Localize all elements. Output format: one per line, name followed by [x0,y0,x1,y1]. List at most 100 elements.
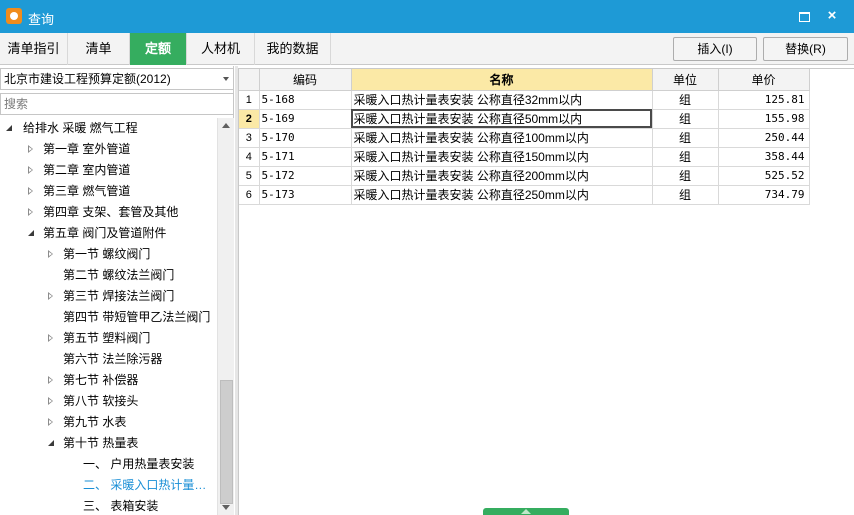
tree-node-label: 第七节 补偿器 [63,373,139,387]
expand-panel-handle[interactable] [483,508,569,515]
tree-node-label: 第四章 支架、套管及其他 [43,205,179,219]
cell-code[interactable]: 5-171 [259,147,352,167]
cell-code[interactable]: 5-172 [259,166,352,186]
cell-unit[interactable]: 组 [652,147,719,167]
collapsed-triangle-icon[interactable] [28,187,33,195]
cell-price[interactable]: 734.79 [718,185,810,205]
table-row[interactable]: 2 5-169 采暖入口热计量表安装 公称直径50mm以内组 155.98 [239,109,810,129]
cell-name[interactable]: 采暖入口热计量表安装 公称直径200mm以内 [351,166,653,186]
cell-unit[interactable]: 组 [652,109,719,129]
replace-button[interactable]: 替换(R) [763,37,848,61]
collapsed-triangle-icon[interactable] [48,376,53,384]
tab-bill[interactable]: 清单 [68,33,130,65]
tree-node-label: 二、 采暖入口热计量… [83,478,207,492]
scroll-down-icon[interactable] [222,505,230,510]
cell-price[interactable]: 525.52 [718,166,810,186]
tree-node[interactable]: 第六节 法兰除污器 [0,349,217,370]
tree-node[interactable]: 第四节 带短管甲乙法兰阀门 [0,307,217,328]
cell-price[interactable]: 358.44 [718,147,810,167]
collapsed-triangle-icon[interactable] [48,334,53,342]
cell-name[interactable]: 采暖入口热计量表安装 公称直径50mm以内 [351,109,653,129]
table-row[interactable]: 6 5-173 采暖入口热计量表安装 公称直径250mm以内组 734.79 [239,185,810,205]
expanded-triangle-icon[interactable] [48,440,54,446]
tree-node[interactable]: 第三章 燃气管道 [0,181,217,202]
expanded-triangle-icon[interactable] [6,125,12,131]
tree-node-label: 给排水 采暖 燃气工程 [23,121,138,135]
window-close-icon[interactable]: × [822,6,842,26]
expanded-triangle-icon[interactable] [28,230,34,236]
column-header-name[interactable]: 名称 [351,69,653,91]
tree-node[interactable]: 第五节 塑料阀门 [0,328,217,349]
table-row[interactable]: 4 5-171 采暖入口热计量表安装 公称直径150mm以内组 358.44 [239,147,810,167]
row-number[interactable]: 4 [239,147,260,167]
insert-button[interactable]: 插入(I) [673,37,757,61]
cell-name[interactable]: 采暖入口热计量表安装 公称直径32mm以内 [351,90,653,110]
scrollbar-thumb[interactable] [220,380,233,504]
row-number[interactable]: 3 [239,128,260,148]
cell-price[interactable]: 250.44 [718,128,810,148]
column-header-unit[interactable]: 单位 [652,69,719,91]
tree-node[interactable]: 第一节 螺纹阀门 [0,244,217,265]
row-number[interactable]: 5 [239,166,260,186]
scroll-up-icon[interactable] [222,123,230,128]
cell-unit[interactable]: 组 [652,90,719,110]
tree-node[interactable]: 第四章 支架、套管及其他 [0,202,217,223]
cell-unit[interactable]: 组 [652,128,719,148]
cell-price[interactable]: 155.98 [718,109,810,129]
tree-node[interactable]: 二、 采暖入口热计量… [0,475,217,496]
cell-price[interactable]: 125.81 [718,90,810,110]
tab-quota[interactable]: 定额 [130,33,187,65]
tree-node-label: 第五节 塑料阀门 [63,331,151,345]
tree-node[interactable]: 第八节 软接头 [0,391,217,412]
collapsed-triangle-icon[interactable] [48,292,53,300]
table-row[interactable]: 1 5-168 采暖入口热计量表安装 公称直径32mm以内组 125.81 [239,90,810,110]
cell-code[interactable]: 5-169 [259,109,352,129]
row-number-header [239,69,260,91]
tree-node[interactable]: 一、 户用热量表安装 [0,454,217,475]
chevron-down-icon[interactable] [223,77,229,81]
column-header-code[interactable]: 编码 [259,69,352,91]
collapsed-triangle-icon[interactable] [48,418,53,426]
tree-node[interactable]: 第五章 阀门及管道附件 [0,223,217,244]
collapsed-triangle-icon[interactable] [28,145,33,153]
tree-node[interactable]: 第一章 室外管道 [0,139,217,160]
table-row[interactable]: 5 5-172 采暖入口热计量表安装 公称直径200mm以内组 525.52 [239,166,810,186]
collapsed-triangle-icon[interactable] [48,250,53,258]
tree-node[interactable]: 第十节 热量表 [0,433,217,454]
row-number[interactable]: 2 [239,109,260,129]
tree-node[interactable]: 第三节 焊接法兰阀门 [0,286,217,307]
cell-unit[interactable]: 组 [652,185,719,205]
cell-code[interactable]: 5-173 [259,185,352,205]
row-number[interactable]: 6 [239,185,260,205]
tab-bill-guide[interactable]: 清单指引 [0,33,68,65]
search-input[interactable] [0,93,234,115]
cell-name[interactable]: 采暖入口热计量表安装 公称直径250mm以内 [351,185,653,205]
row-number[interactable]: 1 [239,90,260,110]
cell-unit[interactable]: 组 [652,166,719,186]
cell-name[interactable]: 采暖入口热计量表安装 公称直径100mm以内 [351,128,653,148]
window-maximize-icon[interactable] [794,6,814,26]
tree-node-label: 第一章 室外管道 [43,142,131,156]
tree-node[interactable]: 第二章 室内管道 [0,160,217,181]
tree-node[interactable]: 第九节 水表 [0,412,217,433]
table-row[interactable]: 3 5-170 采暖入口热计量表安装 公称直径100mm以内组 250.44 [239,128,810,148]
collapsed-triangle-icon[interactable] [28,166,33,174]
tree-node[interactable]: 给排水 采暖 燃气工程 [0,118,217,139]
tree-node[interactable]: 第七节 补偿器 [0,370,217,391]
cell-code[interactable]: 5-170 [259,128,352,148]
tree-node-label: 第三节 焊接法兰阀门 [63,289,175,303]
tree-scrollbar[interactable] [217,118,234,515]
collapsed-triangle-icon[interactable] [28,208,33,216]
cell-name[interactable]: 采暖入口热计量表安装 公称直径150mm以内 [351,147,653,167]
cell-code[interactable]: 5-168 [259,90,352,110]
quota-library-select[interactable]: 北京市建设工程预算定额(2012) [0,68,234,90]
tree-node[interactable]: 三、 表箱安装 [0,496,217,515]
collapsed-triangle-icon[interactable] [48,397,53,405]
column-header-price[interactable]: 单价 [718,69,810,91]
tree-node-label: 三、 表箱安装 [83,499,159,513]
tab-labor-material-machine[interactable]: 人材机 [187,33,255,65]
title-bar: 查询 × [0,0,854,33]
tab-bar: 清单指引 清单 定额 人材机 我的数据 插入(I) 替换(R) [0,33,854,65]
tree-node[interactable]: 第二节 螺纹法兰阀门 [0,265,217,286]
tab-my-data[interactable]: 我的数据 [255,33,331,65]
